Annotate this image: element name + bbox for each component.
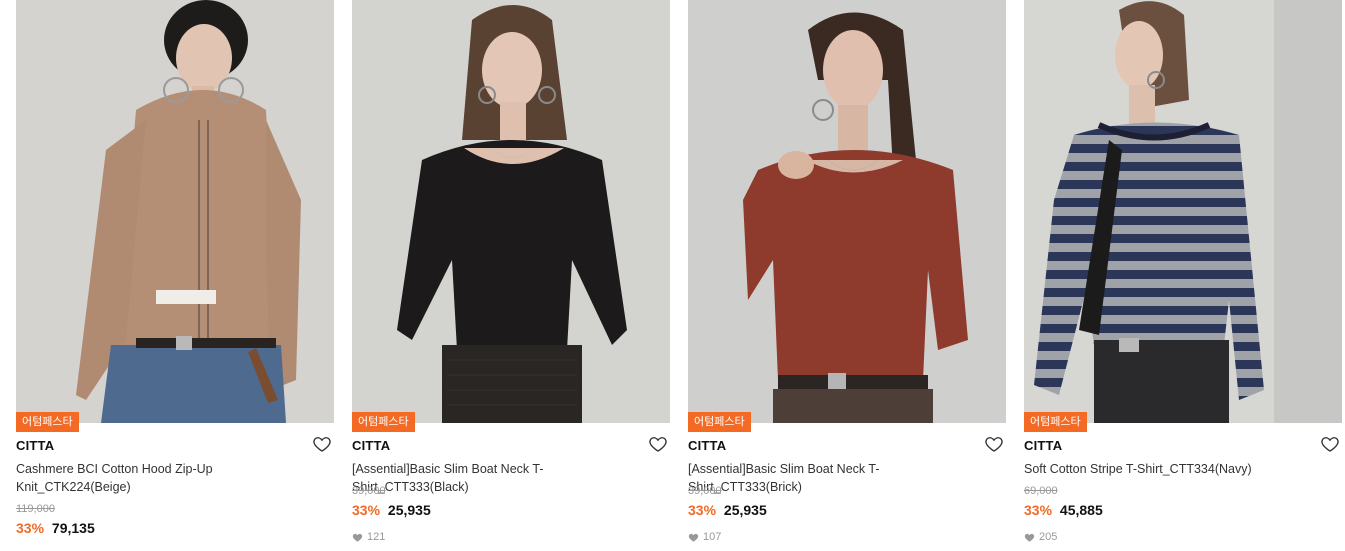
original-price: 119,000 [16,503,55,515]
sale-price: 25,935 [723,502,767,518]
promo-badge: 어텀페스타 [16,412,79,432]
product-photo-brick-boat-neck [688,0,1006,423]
promo-badge: 어텀페스타 [352,412,415,432]
product-card[interactable]: 어텀페스타 CITTA Soft Cotton Stripe T-Shirt_C… [1024,0,1342,551]
product-photo-beige-hood-knit [16,0,334,423]
sale-price: 45,885 [1059,502,1103,518]
wishlist-heart-icon[interactable] [984,434,1004,454]
like-count: 205 [1024,531,1057,543]
promo-badge: 어텀페스타 [688,412,751,432]
product-image[interactable] [1024,0,1342,423]
product-card[interactable]: 어텀페스타 CITTA [Assential]Basic Slim Boat N… [352,0,670,551]
product-image[interactable] [16,0,334,423]
product-image[interactable] [352,0,670,423]
product-card[interactable]: 어텀페스타 CITTA [Assential]Basic Slim Boat N… [688,0,1006,551]
discount-rate: 33% [16,520,45,536]
discount-rate: 33% [352,502,381,518]
price-row: 33% 45,885 [1024,502,1103,518]
original-price: 69,000 [1024,485,1058,497]
sale-price: 79,135 [51,520,95,536]
product-name[interactable]: [Assential]Basic Slim Boat Neck T-Shirt_… [688,460,978,496]
like-count-value: 121 [367,531,386,543]
wishlist-heart-icon[interactable] [1320,434,1340,454]
original-price: 39,000 [688,485,722,497]
wishlist-heart-icon[interactable] [648,434,668,454]
product-name[interactable]: Soft Cotton Stripe T-Shirt_CTT334(Navy) [1024,460,1314,478]
product-card[interactable]: 어텀페스타 CITTA Cashmere BCI Cotton Hood Zip… [16,0,334,551]
heart-filled-icon [688,533,699,542]
product-photo-navy-stripe-tee [1024,0,1342,423]
discount-rate: 33% [688,502,717,518]
like-count-value: 205 [1039,531,1058,543]
heart-filled-icon [352,533,363,542]
price-row: 33% 25,935 [688,502,767,518]
product-name[interactable]: [Assential]Basic Slim Boat Neck T-Shirt_… [352,460,642,496]
product-brand[interactable]: CITTA [688,438,726,453]
sale-price: 25,935 [387,502,431,518]
heart-filled-icon [1024,533,1035,542]
product-photo-black-boat-neck [352,0,670,423]
price-row: 33% 79,135 [16,520,95,536]
original-price: 39,000 [352,485,386,497]
promo-badge: 어텀페스타 [1024,412,1087,432]
product-grid: 어텀페스타 CITTA Cashmere BCI Cotton Hood Zip… [0,0,1345,551]
product-brand[interactable]: CITTA [16,438,54,453]
product-brand[interactable]: CITTA [352,438,390,453]
like-count: 107 [688,531,721,543]
product-image[interactable] [688,0,1006,423]
product-brand[interactable]: CITTA [1024,438,1062,453]
wishlist-heart-icon[interactable] [312,434,332,454]
discount-rate: 33% [1024,502,1053,518]
product-name[interactable]: Cashmere BCI Cotton Hood Zip-Up Knit_CTK… [16,460,306,496]
price-row: 33% 25,935 [352,502,431,518]
like-count-value: 107 [703,531,722,543]
like-count: 121 [352,531,385,543]
